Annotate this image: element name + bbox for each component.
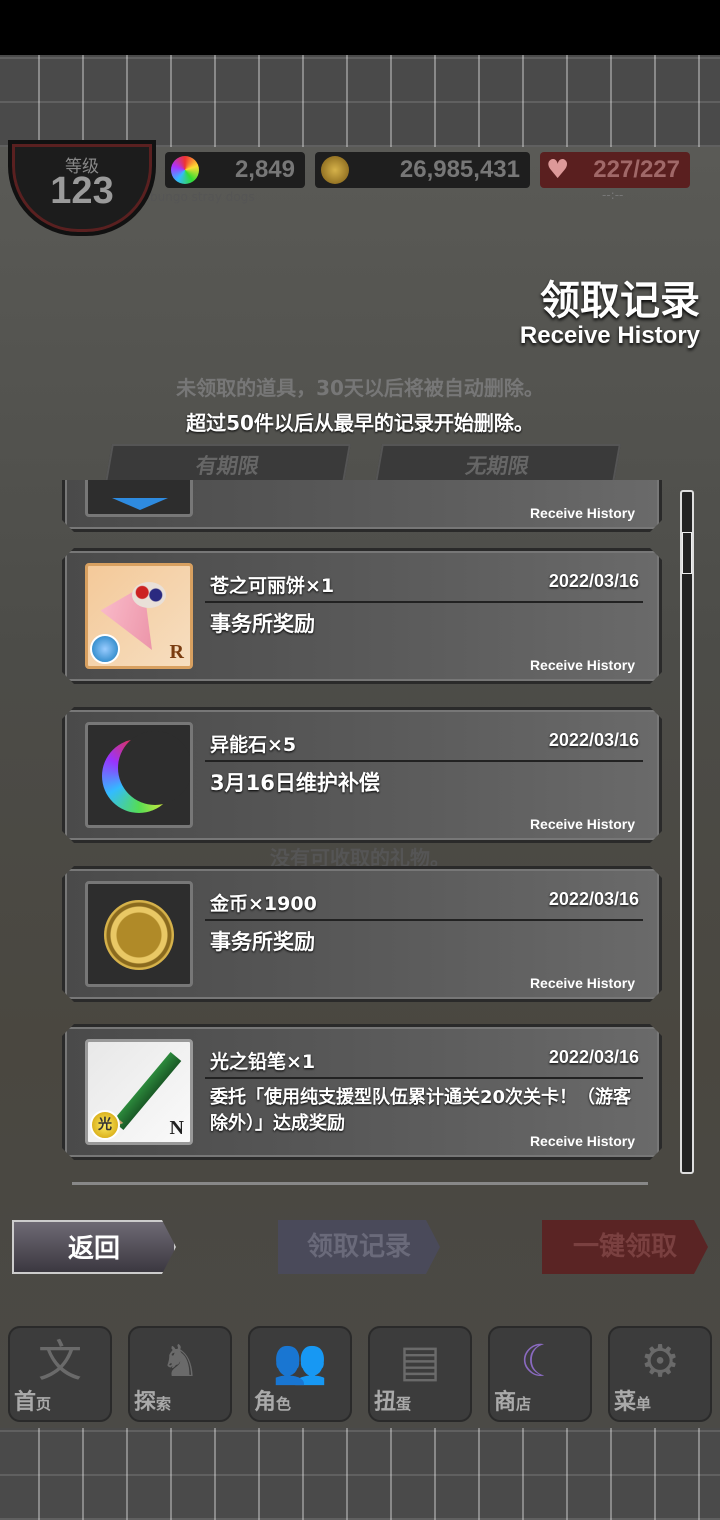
- explore-icon: ♞: [160, 1336, 200, 1387]
- item-date: 2022/03/16: [548, 571, 639, 591]
- gold-coin-icon: [85, 881, 193, 987]
- divider: [205, 760, 643, 762]
- nav-menu-label: 菜单: [614, 1384, 651, 1416]
- rainbow-gem-icon: [171, 156, 199, 184]
- nav-gacha[interactable]: ▤ 扭蛋: [368, 1326, 472, 1422]
- item-name: 苍之可丽饼×1: [210, 575, 335, 597]
- page-title: 领取记录: [540, 278, 700, 324]
- gems-counter[interactable]: 2,849: [165, 152, 305, 188]
- nav-explore-label: 探索: [134, 1384, 171, 1416]
- nav-sublabel: 页: [36, 1395, 52, 1413]
- coins-counter[interactable]: 26,985,431: [315, 152, 530, 188]
- list-bottom-divider: [72, 1182, 648, 1185]
- receive-history-tag: Receive History: [529, 975, 635, 991]
- item-name: 光之铅笔×1: [210, 1051, 316, 1073]
- crepe-icon: R: [85, 563, 193, 669]
- crepe-berries: [132, 582, 166, 608]
- coin-icon: [321, 156, 349, 184]
- game-subtitle: bungo stray dogs: [150, 190, 255, 204]
- claim-all-button[interactable]: 一键领取: [542, 1220, 708, 1274]
- scrollbar[interactable]: [680, 490, 694, 1174]
- gacha-icon: ▤: [399, 1336, 441, 1387]
- nav-sublabel: 色: [276, 1395, 292, 1413]
- divider: [205, 601, 643, 603]
- list-item: 光 N 光之铅笔×1 2022/03/16 委托「使用纯支援型队伍累计通关20次…: [62, 1024, 662, 1160]
- notice-line-2: 超过50件以后从最早的记录开始删除。: [186, 411, 534, 435]
- back-button[interactable]: 返回: [12, 1220, 176, 1274]
- list-item: R 苍之可丽饼×1 2022/03/16 事务所奖励 Receive Histo…: [62, 548, 662, 684]
- divider: [205, 919, 643, 921]
- rarity-n-icon: N: [169, 1117, 184, 1139]
- ability-stone-icon: [85, 722, 193, 828]
- chevron-down-icon: [112, 498, 168, 510]
- item-description: 委托「使用纯支援型队伍累计通关20次关卡！（游客除外）」达成奖励: [210, 1087, 632, 1134]
- bottom-nav: 文 首页 ♞ 探索 👥 角色 ▤ 扭蛋 ☾ 商店 ⚙ 菜单: [0, 1320, 720, 1428]
- nav-characters[interactable]: 👥 角色: [248, 1326, 352, 1422]
- nav-gacha-label: 扭蛋: [374, 1384, 411, 1416]
- receive-history-tag: Receive History: [529, 505, 635, 521]
- nav-label: 探: [134, 1390, 157, 1415]
- light-badge-icon: 光: [90, 1110, 120, 1140]
- characters-icon: 👥: [272, 1336, 328, 1387]
- list-item: Receive History: [62, 480, 662, 532]
- rarity-r-icon: R: [169, 641, 184, 663]
- receive-history-list[interactable]: Receive History R 苍之可丽饼×1 2022/03/16 事务所…: [58, 480, 664, 1175]
- stamina-value: 227/227: [593, 156, 680, 183]
- home-icon: 文: [38, 1336, 82, 1387]
- scrollbar-thumb[interactable]: [682, 532, 692, 574]
- moon-cutout: [118, 731, 192, 805]
- nav-home[interactable]: 文 首页: [8, 1326, 112, 1422]
- nav-explore[interactable]: ♞ 探索: [128, 1326, 232, 1422]
- status-bar: [0, 0, 720, 55]
- bottom-pattern-band: [0, 1428, 720, 1520]
- item-description: 事务所奖励: [210, 930, 315, 954]
- gems-value: 2,849: [234, 156, 295, 183]
- nav-sublabel: 单: [636, 1395, 652, 1413]
- page-title-en: Receive History: [519, 322, 700, 349]
- stamina-counter[interactable]: ♥ 227/227: [540, 152, 690, 188]
- list-item: 金币×1900 2022/03/16 事务所奖励 Receive History: [62, 866, 662, 1002]
- coin-shape: [104, 900, 174, 970]
- nav-sublabel: 索: [156, 1395, 172, 1413]
- nav-menu[interactable]: ⚙ 菜单: [608, 1326, 712, 1422]
- attribute-badge-icon: [90, 634, 120, 664]
- menu-gear-icon: ⚙: [640, 1336, 680, 1387]
- nav-home-label: 首页: [14, 1384, 51, 1416]
- item-name: 异能石×5: [210, 734, 297, 756]
- divider: [205, 1077, 643, 1079]
- item-date: 2022/03/16: [548, 889, 639, 909]
- item-thumbnail: [85, 480, 193, 517]
- top-pattern-band: [0, 55, 720, 147]
- heart-icon: ♥: [546, 155, 570, 185]
- stamina-timer: --:--: [602, 188, 624, 202]
- list-item: 异能石×5 2022/03/16 3月16日维护补偿 Receive Histo…: [62, 707, 662, 843]
- item-date: 2022/03/16: [548, 1047, 639, 1067]
- nav-label: 扭: [374, 1390, 397, 1415]
- nav-shop[interactable]: ☾ 商店: [488, 1326, 592, 1422]
- nav-sublabel: 蛋: [396, 1395, 412, 1413]
- level-value: 123: [50, 170, 114, 212]
- nav-label: 菜: [614, 1390, 637, 1415]
- receive-history-tag: Receive History: [529, 657, 635, 673]
- item-date: 2022/03/16: [548, 730, 639, 750]
- nav-label: 角: [254, 1390, 277, 1415]
- receive-history-tag: Receive History: [529, 816, 635, 832]
- nav-label: 商: [494, 1390, 517, 1415]
- pencil-icon: 光 N: [85, 1039, 193, 1145]
- nav-label: 首: [14, 1390, 37, 1415]
- shop-icon: ☾: [520, 1336, 560, 1387]
- item-name: 金币×1900: [210, 893, 317, 915]
- item-description: 3月16日维护补偿: [210, 771, 380, 795]
- coins-value: 26,985,431: [399, 156, 520, 183]
- notice-line-1: 未领取的道具，30天以后将被自动删除。: [176, 376, 544, 400]
- item-description: 事务所奖励: [210, 612, 315, 636]
- nav-sublabel: 店: [516, 1395, 532, 1413]
- nav-shop-label: 商店: [494, 1384, 531, 1416]
- nav-characters-label: 角色: [254, 1384, 291, 1416]
- receive-history-tag: Receive History: [529, 1133, 635, 1149]
- receive-history-button[interactable]: 领取记录: [278, 1220, 440, 1274]
